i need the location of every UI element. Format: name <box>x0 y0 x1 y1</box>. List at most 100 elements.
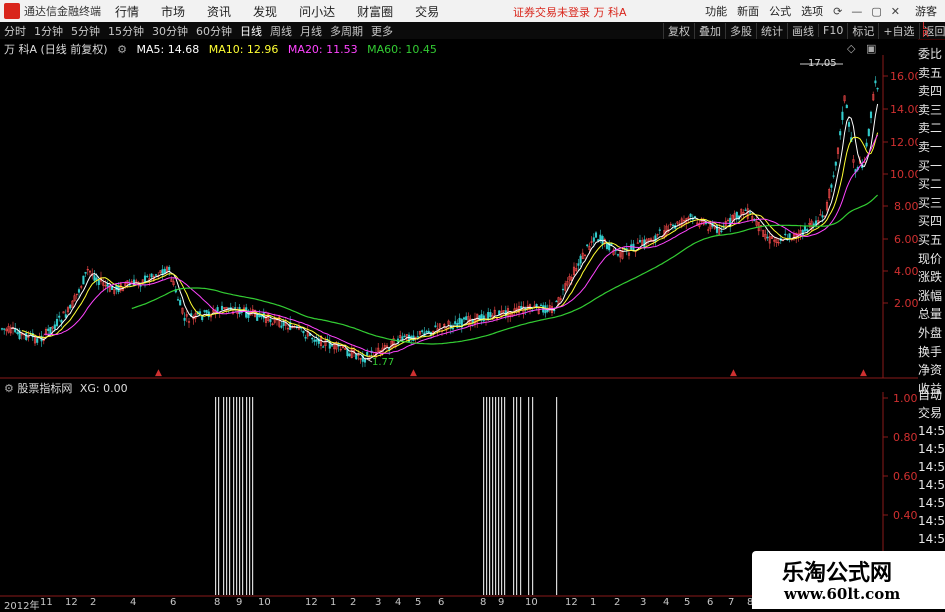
x-tick-label: 8 <box>480 597 487 608</box>
signal-bar <box>229 397 231 595</box>
signal-bar <box>513 397 515 595</box>
ytick-2: 2.00 <box>894 297 919 310</box>
candle-body <box>198 311 202 314</box>
x-tick-label: 6 <box>707 597 714 608</box>
high-price-label: 17.05 <box>808 58 837 69</box>
candle-body <box>654 235 657 242</box>
candle-body <box>874 80 877 84</box>
candle-body <box>487 312 490 320</box>
quote-side-panel: 委比 卖五 卖四 卖三 卖二 卖一 买一 买二 买三 买四 买五 现价 涨跌 涨幅 总量 外盘 换手 净资 收益 <box>918 45 945 435</box>
candle-body <box>451 328 455 330</box>
stock-title: 万 科A (日线 前复权) <box>4 43 108 56</box>
candle-body <box>671 224 675 227</box>
candle-body <box>689 213 692 217</box>
signal-bar <box>252 397 254 595</box>
candle-body <box>220 305 224 310</box>
candle-body <box>748 212 752 214</box>
candle-body <box>280 325 283 328</box>
candle-body <box>592 237 595 242</box>
x-tick-label: 12 <box>65 597 78 608</box>
signal-bar <box>532 397 534 595</box>
candle-body <box>847 122 851 127</box>
candle-body <box>304 336 307 339</box>
candle-body <box>95 277 98 281</box>
candle-body <box>834 161 837 166</box>
candle-body <box>3 328 6 330</box>
trade-item: 14:50 <box>918 478 945 492</box>
candle-body <box>60 319 63 323</box>
candle-body <box>462 317 466 320</box>
candle-body <box>597 239 600 241</box>
candle-body <box>830 184 833 188</box>
side-item: 买二 <box>918 177 943 192</box>
candle-body <box>832 175 835 177</box>
signal-bar <box>483 397 485 595</box>
osc-ytick-0.4: 0.40 <box>893 509 918 522</box>
ytick-6: 6.00 <box>894 233 919 246</box>
side-item: 总量 <box>918 307 943 322</box>
candle-body <box>269 319 272 323</box>
side-item: 卖四 <box>918 84 943 99</box>
x-tick-label: 7 <box>728 597 735 608</box>
diamond-icon[interactable]: ◇ <box>847 42 855 55</box>
candle-body <box>586 244 589 247</box>
candle-body <box>139 285 142 287</box>
candle-body <box>594 232 598 238</box>
x-tick-label: 12 <box>305 597 318 608</box>
x-tick-label: 3 <box>640 597 647 608</box>
watermark-url: www.60lt.com <box>784 585 901 603</box>
x-tick-label: 1 <box>590 597 597 608</box>
x-tick-label: 6 <box>170 597 177 608</box>
candle-body <box>425 330 428 333</box>
trade-item: 14:50 <box>918 424 945 438</box>
signal-bar <box>249 397 251 595</box>
signal-bar <box>242 397 244 595</box>
side-item: 净资 <box>918 363 943 378</box>
x-tick-label: 8 <box>214 597 221 608</box>
candle-body <box>168 266 171 271</box>
x-tick-label: 4 <box>395 597 402 608</box>
x-tick-label: 6 <box>438 597 445 608</box>
trade-item: 14:50 <box>918 496 945 510</box>
ma60-label: MA60: 10.45 <box>367 43 437 56</box>
ytick-4: 4.00 <box>894 265 919 278</box>
candle-body <box>69 304 72 309</box>
candle-body <box>658 229 661 231</box>
candle-body <box>77 289 81 293</box>
candle-body <box>693 216 697 218</box>
signal-bar <box>233 397 235 595</box>
candle-body <box>599 234 602 241</box>
osc-settings-icon[interactable]: ⚙ <box>4 382 14 395</box>
trade-item: 交易 <box>918 406 943 420</box>
side-item: 卖三 <box>918 102 943 117</box>
candle-body <box>720 230 723 232</box>
x-tick-label: 4 <box>663 597 670 608</box>
candle-body <box>784 233 787 236</box>
low-price-label: 1.77 <box>372 357 395 368</box>
candle-body <box>0 328 4 330</box>
side-item: 涨幅 <box>918 288 943 303</box>
side-item: 买四 <box>918 214 943 229</box>
candle-body <box>735 211 738 220</box>
candle-body <box>454 321 457 325</box>
candle-body <box>36 338 39 343</box>
signal-bar <box>501 397 503 595</box>
chart-canvas[interactable]: ▲ ▲ ▲ ▲ <box>0 0 945 609</box>
signal-bar <box>556 397 558 595</box>
side-item: 卖五 <box>918 65 943 80</box>
candle-body <box>421 330 424 333</box>
signal-bar <box>516 397 518 595</box>
panel-tab-icon[interactable]: LR <box>922 22 929 40</box>
candle-body <box>234 307 237 309</box>
settings-icon[interactable]: ⚙ <box>117 43 127 56</box>
candle-body <box>561 288 565 291</box>
x-tick-label: 9 <box>236 597 243 608</box>
candle-body <box>434 325 437 328</box>
signal-bar <box>215 397 217 595</box>
panel-toggle-icon[interactable]: ▣ <box>866 42 876 55</box>
candle-body <box>766 236 769 239</box>
candle-body <box>465 316 468 321</box>
ytick-14: 14.00 <box>890 103 922 116</box>
x-tick-label: 2012年 <box>4 601 40 612</box>
candle-body <box>403 335 406 338</box>
